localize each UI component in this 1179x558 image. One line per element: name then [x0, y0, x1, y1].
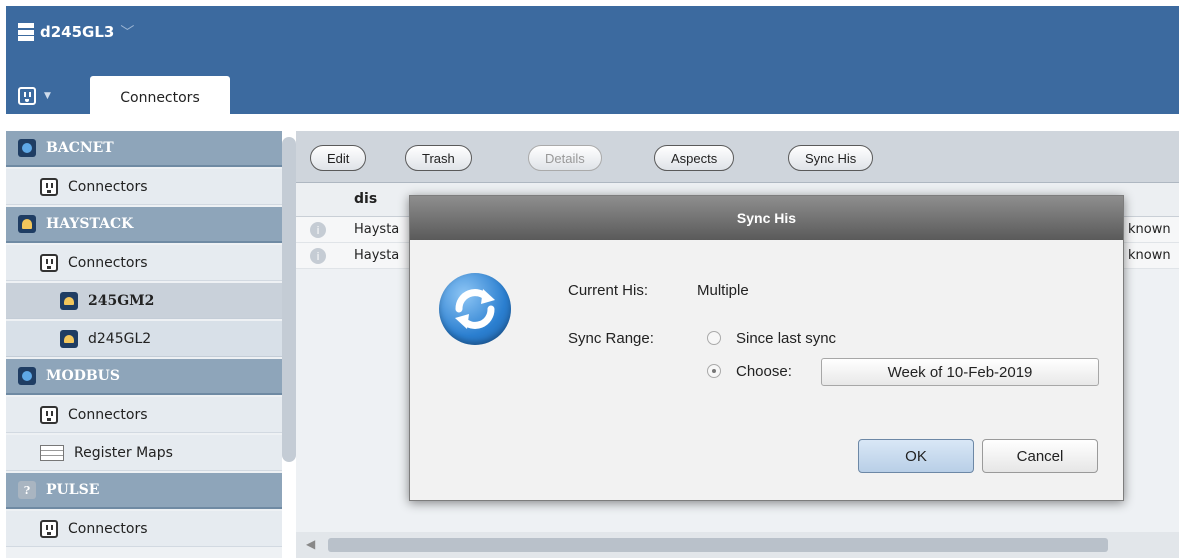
current-his-label: Current His: [568, 282, 649, 299]
outlet-icon [18, 87, 36, 105]
sidebar-item-d245gl2[interactable]: d245GL2 [6, 321, 282, 357]
radio-since-last-sync[interactable] [707, 331, 721, 345]
sidebar-item-register-maps[interactable]: Register Maps [6, 435, 282, 471]
aspects-button[interactable]: Aspects [654, 145, 735, 171]
toolbar: Edit Trash Details Aspects Sync His [296, 131, 1179, 183]
current-his-value: Multiple [697, 282, 749, 299]
sync-range-label: Sync Range: [568, 330, 654, 347]
database-icon [18, 23, 34, 41]
column-header-dis[interactable]: dis [354, 191, 377, 207]
cell-dis: Haysta [354, 248, 400, 263]
sidebar-item-haystack-connectors[interactable]: Connectors [6, 245, 282, 281]
haystack-icon [18, 215, 36, 233]
scroll-left-icon[interactable]: ◀ [306, 537, 315, 551]
scroll-thumb[interactable] [328, 538, 1108, 552]
radio-choose[interactable] [707, 364, 721, 378]
choose-label[interactable]: Choose: [736, 363, 792, 380]
tab-connectors[interactable]: Connectors [90, 76, 230, 120]
modbus-icon [18, 367, 36, 385]
sidebar-item-label: Connectors [68, 520, 148, 537]
project-title: d245GL3 [40, 23, 115, 41]
sidebar-item-label: d245GL2 [88, 330, 152, 347]
details-button[interactable]: Details [528, 145, 602, 171]
cancel-button[interactable]: Cancel [982, 439, 1098, 473]
horizontal-scrollbar[interactable]: ◀ [296, 532, 1179, 558]
sidebar-item-label: Connectors [68, 406, 148, 423]
date-range-button[interactable]: Week of 10-Feb-2019 [821, 358, 1099, 386]
sidebar-item-label: 245GM2 [88, 292, 155, 309]
ok-button[interactable]: OK [858, 439, 974, 473]
outlet-icon [40, 405, 58, 424]
table-icon [40, 444, 64, 461]
sidebar-group-label: MODBUS [46, 368, 120, 384]
cell-status: known [1128, 248, 1171, 263]
haystack-connector-icon [60, 291, 78, 310]
sidebar-item-bacnet-connectors[interactable]: Connectors [6, 169, 282, 205]
edit-button[interactable]: Edit [310, 145, 367, 171]
sidebar-group-label: PULSE [46, 482, 100, 498]
since-last-sync-label[interactable]: Since last sync [736, 330, 836, 347]
sidebar-group-haystack[interactable]: HAYSTACK [6, 207, 282, 243]
outlet-icon [40, 519, 58, 538]
sync-icon [439, 273, 511, 345]
sidebar-item-label: Connectors [68, 254, 148, 271]
sync-his-button[interactable]: Sync His [788, 145, 874, 171]
sidebar-item-245gm2[interactable]: 245GM2 [6, 283, 282, 319]
question-icon: ? [18, 481, 36, 499]
dialog-title: Sync His [410, 196, 1123, 240]
cell-dis: Haysta [354, 222, 400, 237]
sidebar-item-pulse-connectors[interactable]: Connectors [6, 511, 282, 547]
sidebar-group-label: HAYSTACK [46, 216, 134, 232]
haystack-connector-icon [60, 329, 78, 348]
app-header: d245GL3 ﹀ ▼ Connectors [6, 6, 1179, 120]
trash-button[interactable]: Trash [405, 145, 472, 171]
sidebar-group-modbus[interactable]: MODBUS [6, 359, 282, 395]
sidebar-item-label: Connectors [68, 178, 148, 195]
sidebar-group-pulse[interactable]: ? PULSE [6, 473, 282, 509]
cell-status: known [1128, 222, 1171, 237]
sidebar: BACNET Connectors HAYSTACK Connectors 24… [6, 131, 282, 558]
info-icon[interactable]: i [310, 248, 326, 264]
sidebar-scrollbar[interactable] [282, 137, 296, 462]
outlet-icon [40, 253, 58, 272]
bacnet-icon [18, 139, 36, 157]
app-menu-button[interactable]: ▼ [18, 86, 51, 106]
sync-his-dialog: Sync His Current His: Multiple Sync Rang… [409, 195, 1124, 501]
sidebar-group-label: BACNET [46, 140, 114, 156]
chevron-down-icon: ﹀ [120, 25, 135, 41]
sidebar-group-bacnet[interactable]: BACNET [6, 131, 282, 167]
caret-down-icon: ▼ [44, 91, 51, 101]
outlet-icon [40, 177, 58, 196]
sidebar-item-modbus-connectors[interactable]: Connectors [6, 397, 282, 433]
project-selector[interactable]: d245GL3 ﹀ [18, 20, 134, 44]
info-icon[interactable]: i [310, 222, 326, 238]
sidebar-item-label: Register Maps [74, 444, 173, 461]
